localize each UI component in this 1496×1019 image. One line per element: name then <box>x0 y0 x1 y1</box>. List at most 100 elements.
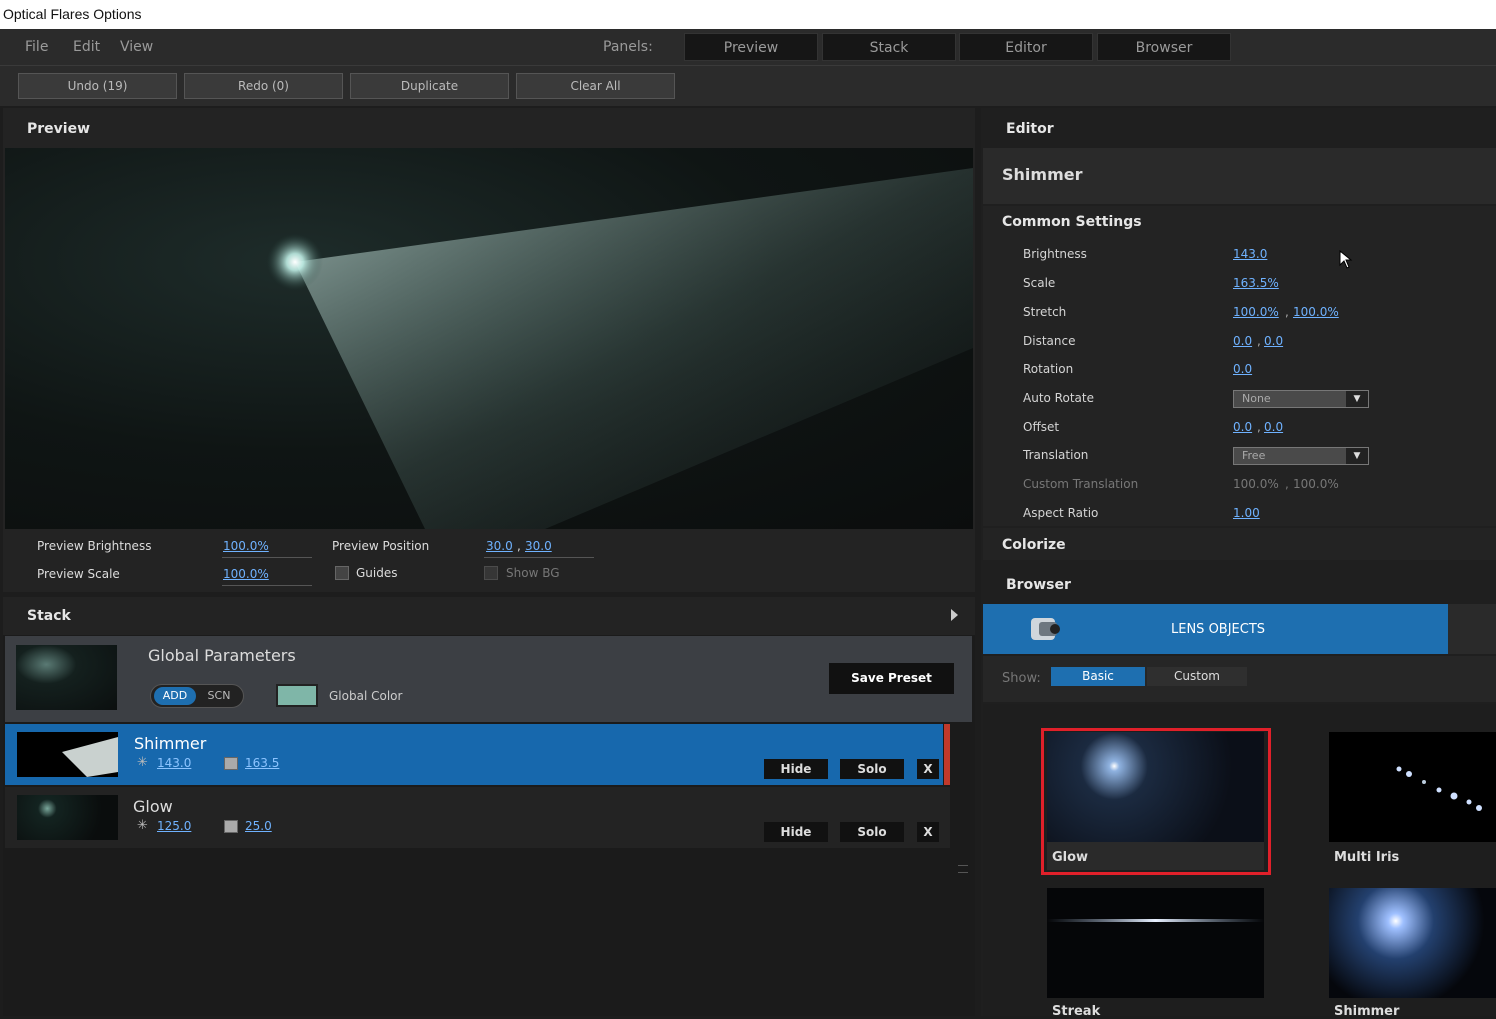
preview-position-label: Preview Position <box>332 539 430 553</box>
panel-tab-browser[interactable]: Browser <box>1097 33 1231 61</box>
save-preset-button[interactable]: Save Preset <box>829 663 954 694</box>
auto-rotate-dropdown[interactable]: None ▼ <box>1233 390 1369 408</box>
separator: , <box>1285 305 1289 319</box>
chevron-down-icon: ▼ <box>1346 391 1368 407</box>
preview-position-y[interactable]: 30.0 <box>525 539 552 553</box>
lens-objects-icon <box>1027 612 1063 646</box>
preview-brightness-value[interactable]: 100.0% <box>223 539 269 553</box>
offset-x-value[interactable]: 0.0 <box>1233 420 1252 434</box>
show-bg-checkbox[interactable] <box>484 566 498 580</box>
show-label: Show: <box>1002 671 1041 686</box>
common-settings-title[interactable]: Common Settings <box>1002 214 1142 230</box>
global-parameters-title: Global Parameters <box>148 646 296 665</box>
rotation-label: Rotation <box>1023 362 1074 376</box>
toolbar: Undo (19) Redo (0) Duplicate Clear All <box>0 66 1496 106</box>
remove-button[interactable]: X <box>917 822 939 842</box>
browser-title: Browser <box>1006 577 1071 593</box>
shimmer-thumbnail <box>17 732 118 777</box>
colorize-title[interactable]: Colorize <box>1002 537 1066 553</box>
streak-browser-thumbnail[interactable] <box>1047 888 1264 998</box>
undo-button[interactable]: Undo (19) <box>18 73 177 99</box>
translation-selected: Free <box>1242 449 1266 462</box>
stack-item-name: Shimmer <box>134 734 207 753</box>
stack-item-scale[interactable]: 25.0 <box>245 819 272 833</box>
stack-item-brightness[interactable]: 143.0 <box>157 756 191 770</box>
guides-checkbox[interactable] <box>335 566 349 580</box>
aspect-ratio-label: Aspect Ratio <box>1023 506 1099 520</box>
preview-position-x[interactable]: 30.0 <box>486 539 513 553</box>
solo-button[interactable]: Solo <box>840 759 904 779</box>
distance-label: Distance <box>1023 334 1076 348</box>
aspect-ratio-value[interactable]: 1.00 <box>1233 506 1260 520</box>
global-color-swatch[interactable] <box>276 684 318 707</box>
panel-tab-stack[interactable]: Stack <box>822 33 956 61</box>
hide-button[interactable]: Hide <box>764 822 828 842</box>
translation-dropdown[interactable]: Free ▼ <box>1233 447 1369 465</box>
rotation-value[interactable]: 0.0 <box>1233 362 1252 376</box>
custom-translation-y: 100.0% <box>1293 477 1339 491</box>
stack-title: Stack <box>27 608 71 624</box>
panel-tab-preview[interactable]: Preview <box>684 33 818 61</box>
preview-scale-value[interactable]: 100.0% <box>223 567 269 581</box>
distance-y-value[interactable]: 0.0 <box>1264 334 1283 348</box>
offset-label: Offset <box>1023 420 1060 434</box>
shimmer-beam <box>295 168 973 529</box>
stack-item-brightness[interactable]: 125.0 <box>157 819 191 833</box>
hide-button[interactable]: Hide <box>764 759 828 779</box>
stretch-label: Stretch <box>1023 305 1067 319</box>
solo-button[interactable]: Solo <box>840 822 904 842</box>
auto-rotate-label: Auto Rotate <box>1023 391 1094 405</box>
remove-button[interactable]: X <box>917 759 939 779</box>
custom-translation-x: 100.0% <box>1233 477 1279 491</box>
redo-button[interactable]: Redo (0) <box>184 73 343 99</box>
scale-icon <box>224 820 238 833</box>
brightness-icon: ✳ <box>137 755 148 770</box>
divider <box>222 557 312 558</box>
preview-viewport[interactable] <box>5 148 973 529</box>
brightness-value[interactable]: 143.0 <box>1233 247 1267 261</box>
separator: , <box>1257 420 1261 434</box>
browser-item-label: Multi Iris <box>1334 850 1400 865</box>
menu-edit[interactable]: Edit <box>73 39 100 55</box>
stack-item-name: Glow <box>133 797 173 816</box>
basic-filter-button[interactable]: Basic <box>1051 667 1145 686</box>
multi-iris-browser-thumbnail[interactable] <box>1329 732 1496 842</box>
browser-item-label: Streak <box>1052 1004 1101 1019</box>
brightness-icon: ✳ <box>137 818 148 833</box>
clear-all-button[interactable]: Clear All <box>516 73 675 99</box>
stretch-x-value[interactable]: 100.0% <box>1233 305 1279 319</box>
scale-value[interactable]: 163.5% <box>1233 276 1279 290</box>
preview-title: Preview <box>27 121 91 137</box>
add-mode-button[interactable]: ADD <box>154 687 196 705</box>
tab-strip-end <box>1448 604 1496 654</box>
panel-tab-editor[interactable]: Editor <box>959 33 1093 61</box>
editor-object-name: Shimmer <box>1002 165 1083 184</box>
translation-label: Translation <box>1023 448 1089 462</box>
scale-icon <box>224 757 238 770</box>
menu-file[interactable]: File <box>25 39 48 55</box>
menu-view[interactable]: View <box>120 39 153 55</box>
preview-scale-label: Preview Scale <box>37 567 120 581</box>
glow-thumbnail <box>17 795 118 840</box>
separator: , <box>1285 477 1289 491</box>
scn-mode-button[interactable]: SCN <box>199 687 239 705</box>
window-title: Optical Flares Options <box>0 0 1496 29</box>
expand-arrow-icon[interactable] <box>951 609 958 621</box>
flare-core <box>267 234 323 290</box>
offset-y-value[interactable]: 0.0 <box>1264 420 1283 434</box>
show-bg-label: Show BG <box>506 566 560 580</box>
distance-x-value[interactable]: 0.0 <box>1233 334 1252 348</box>
global-thumbnail <box>16 645 117 710</box>
divider <box>484 557 594 558</box>
panels-label: Panels: <box>603 39 653 55</box>
separator: , <box>1257 334 1261 348</box>
custom-filter-button[interactable]: Custom <box>1147 667 1247 686</box>
stretch-y-value[interactable]: 100.0% <box>1293 305 1339 319</box>
stack-item-scale[interactable]: 163.5 <box>245 756 279 770</box>
browser-item-label: Shimmer <box>1334 1004 1400 1019</box>
global-color-label: Global Color <box>329 689 403 703</box>
shimmer-browser-thumbnail[interactable] <box>1329 888 1496 998</box>
lens-objects-label: LENS OBJECTS <box>1171 622 1266 637</box>
resize-grip-icon[interactable] <box>958 865 968 873</box>
duplicate-button[interactable]: Duplicate <box>350 73 509 99</box>
